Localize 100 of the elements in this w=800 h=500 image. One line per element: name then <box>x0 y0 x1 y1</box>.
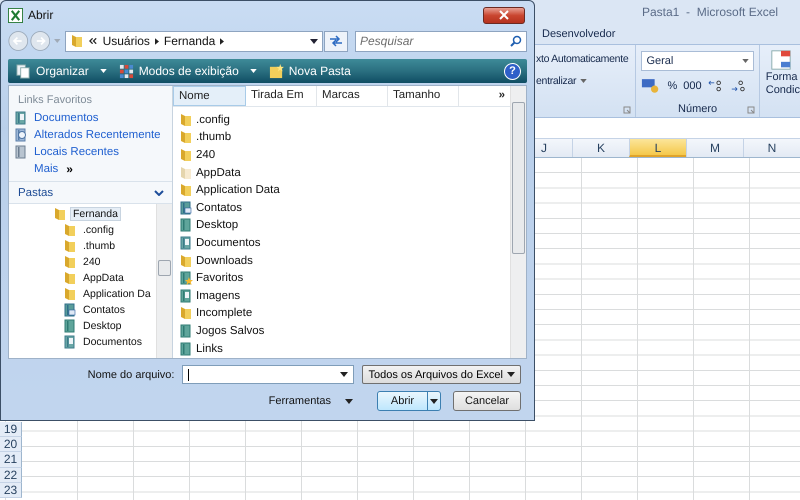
double-chevron-icon <box>88 37 98 45</box>
folder-tree-item[interactable]: 240 <box>80 255 104 269</box>
folder-icon <box>63 287 77 301</box>
favorite-link[interactable]: Alterados Recentemente <box>34 129 161 141</box>
close-button[interactable] <box>483 6 525 24</box>
split-button[interactable]: Abrir <box>377 391 441 411</box>
folder-tree-item[interactable]: Documentos <box>80 335 145 349</box>
ribbon-tab[interactable]: Desenvolvedor <box>542 28 616 40</box>
favorite-link[interactable]: Locais Recentes <box>34 146 120 158</box>
column-header[interactable]: N <box>743 139 800 157</box>
scrollbar[interactable] <box>510 86 526 358</box>
percent-button[interactable]: % <box>667 80 678 92</box>
file-type-dropdown[interactable]: Todos os Arquivos do Excel <box>362 365 521 384</box>
column-header[interactable]: M <box>686 139 743 157</box>
file-name[interactable]: Links <box>196 342 223 355</box>
file-name[interactable]: Imagens <box>196 290 240 302</box>
folder-tree-item[interactable]: Contatos <box>80 303 128 317</box>
folder-icon <box>179 130 193 144</box>
grid-view-icon <box>118 64 134 78</box>
more-link[interactable]: Mais <box>34 163 58 175</box>
caret-icon <box>507 372 515 377</box>
star-folder-icon <box>179 271 193 286</box>
row-header[interactable]: 19 <box>0 422 22 438</box>
folder-icon <box>63 255 77 269</box>
file-name[interactable]: .config <box>196 114 230 126</box>
toolbar-button[interactable]: Modos de exibição <box>116 64 259 78</box>
more-columns-button[interactable]: » <box>459 86 510 106</box>
column-header[interactable]: Nome <box>173 86 246 106</box>
ribbon-button[interactable]: xto Automaticamente <box>536 53 636 65</box>
clock-folder-icon <box>14 128 28 142</box>
file-name-field[interactable] <box>182 365 354 384</box>
favorite-link[interactable]: Documentos <box>34 112 99 124</box>
folder-icon <box>179 148 193 162</box>
file-name[interactable]: AppData <box>196 166 241 179</box>
library-folder-icon <box>179 324 193 338</box>
column-header[interactable]: Tamanho <box>388 86 459 106</box>
dialog-launcher-icon[interactable] <box>746 106 755 114</box>
documents-folder-icon <box>14 111 28 125</box>
file-name[interactable]: 240 <box>196 148 216 161</box>
file-name[interactable]: Documentos <box>196 236 261 249</box>
folder-icon <box>70 34 84 48</box>
section-header[interactable]: Pastas <box>18 187 54 199</box>
toolbar-button[interactable]: Organizar <box>14 64 109 78</box>
folder-tree-item[interactable]: AppData <box>80 271 127 285</box>
folder-icon <box>179 112 193 127</box>
row-header[interactable]: 23 <box>0 482 22 498</box>
folder-tree-item[interactable]: .config <box>80 223 117 237</box>
file-name[interactable]: .thumb <box>196 131 232 144</box>
conditional-formatting-button[interactable]: Forma Condic <box>766 49 800 97</box>
window-title: Pasta1 - Microsoft Excel <box>642 5 778 19</box>
breadcrumb[interactable]: Fernanda <box>164 34 216 48</box>
more-arrow[interactable]: » <box>66 162 73 176</box>
row-header[interactable]: 22 <box>0 468 22 483</box>
toolbar-button[interactable]: Nova Pasta <box>266 64 353 78</box>
field-label: Nome do arquivo: <box>88 368 174 380</box>
dialog-button[interactable]: Cancelar <box>453 391 521 411</box>
forward-button[interactable] <box>30 30 50 52</box>
tools-button[interactable]: Ferramentas <box>262 394 359 408</box>
folder-tree-item[interactable]: Fernanda <box>70 207 121 221</box>
ribbon-button[interactable]: entralizar <box>536 75 636 87</box>
chevron-down-icon[interactable] <box>154 190 164 196</box>
breadcrumb[interactable]: Usuários <box>102 34 150 48</box>
folder-tree-item[interactable]: .thumb <box>80 239 118 253</box>
row-header[interactable]: 20 <box>0 437 22 452</box>
file-name[interactable]: Downloads <box>196 254 253 267</box>
file-name[interactable]: Desktop <box>196 219 238 232</box>
file-name[interactable]: Incomplete <box>196 307 252 320</box>
folder-tree-item[interactable]: Application Da <box>80 287 154 301</box>
column-header[interactable]: Tirada Em <box>246 86 317 106</box>
number-format-dropdown[interactable]: Geral <box>641 51 754 71</box>
scrollbar[interactable] <box>156 204 172 358</box>
refresh-button[interactable] <box>324 30 348 52</box>
search-icon <box>510 34 522 46</box>
increase-decimal-icon[interactable] <box>708 78 724 93</box>
folder-icon <box>63 239 77 253</box>
file-name[interactable]: Contatos <box>196 202 242 214</box>
address-bar[interactable]: Usuários Fernanda <box>64 30 323 52</box>
triangle-right-icon[interactable] <box>220 38 224 44</box>
search-field[interactable]: Pesquisar <box>355 30 527 52</box>
library-folder-icon <box>63 319 77 333</box>
contacts-folder-icon <box>179 200 193 215</box>
help-button[interactable]: ? <box>504 62 521 80</box>
back-button[interactable] <box>8 30 29 52</box>
file-name[interactable]: Application Data <box>196 184 280 196</box>
row-header[interactable]: 21 <box>0 452 22 468</box>
new-folder-icon <box>268 64 284 78</box>
decrease-decimal-icon[interactable] <box>730 78 746 93</box>
column-header[interactable]: L <box>629 139 686 157</box>
caret-icon <box>345 398 353 404</box>
file-name[interactable]: Favoritos <box>196 272 244 284</box>
triangle-right-icon[interactable] <box>154 38 159 44</box>
library-folder-icon <box>179 218 193 232</box>
dialog-launcher-icon[interactable] <box>623 106 632 114</box>
caret-icon <box>580 79 588 83</box>
column-header[interactable]: Marcas <box>317 86 388 106</box>
thousands-button[interactable]: 000 <box>683 80 702 92</box>
folder-icon <box>179 166 193 180</box>
caret-icon <box>340 372 348 377</box>
folder-tree-item[interactable]: Desktop <box>80 319 125 333</box>
file-name[interactable]: Jogos Salvos <box>196 324 264 337</box>
